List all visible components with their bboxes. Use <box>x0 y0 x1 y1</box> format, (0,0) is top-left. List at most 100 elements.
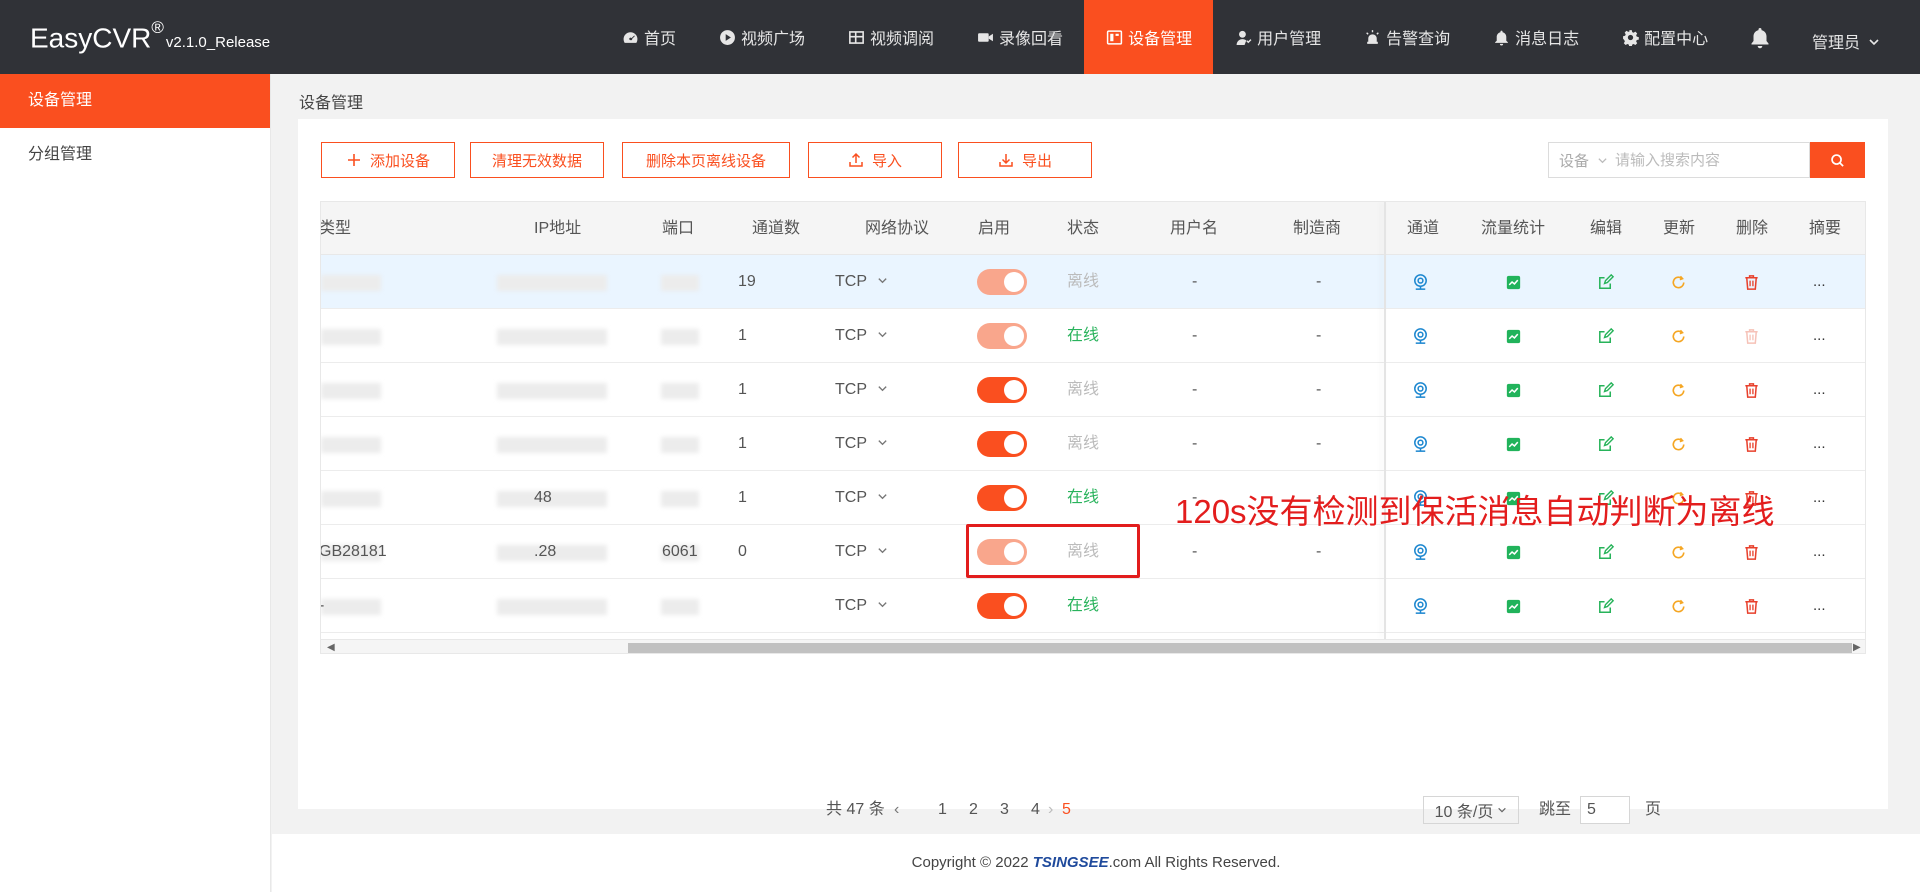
edit-icon[interactable] <box>1595 272 1615 292</box>
scroll-left-icon[interactable]: ◀ <box>327 642 335 653</box>
redacted-region <box>321 437 381 453</box>
nav-item-4[interactable]: 设备管理 <box>1084 0 1214 74</box>
nav-item-5[interactable]: 用户管理 <box>1213 0 1342 74</box>
status-badge: 离线 <box>1067 435 1100 452</box>
nav-item-6[interactable]: 告警查询 <box>1342 0 1471 74</box>
scrollbar-thumb[interactable] <box>628 643 1852 653</box>
traffic-stats-icon[interactable] <box>1503 272 1523 292</box>
nav-item-label: 用户管理 <box>1257 31 1322 48</box>
sidebar: 设备管理 分组管理 <box>0 74 271 892</box>
refresh-icon[interactable] <box>1668 272 1688 292</box>
traffic-stats-icon[interactable] <box>1503 434 1523 454</box>
protocol-select[interactable]: TCP <box>835 255 888 309</box>
delete-icon[interactable] <box>1741 542 1761 562</box>
add-device-button[interactable]: 添加设备 <box>321 142 455 178</box>
traffic-stats-icon[interactable] <box>1503 326 1523 346</box>
channel-icon[interactable] <box>1410 326 1430 346</box>
enable-toggle[interactable] <box>977 593 1027 619</box>
enable-toggle[interactable] <box>977 431 1027 457</box>
nav-item-0[interactable]: 首页 <box>600 0 697 74</box>
jump-page-input[interactable] <box>1580 796 1630 824</box>
import-button[interactable]: 导入 <box>808 142 942 178</box>
more-summary-link[interactable]: ... <box>1813 417 1826 471</box>
more-summary-link[interactable]: ... <box>1813 525 1826 579</box>
channel-icon[interactable] <box>1410 272 1430 292</box>
traffic-stats-icon[interactable] <box>1503 596 1523 616</box>
pagination-page-5[interactable]: 5 <box>1062 796 1071 824</box>
chevron-down-icon <box>1498 807 1507 813</box>
protocol-select[interactable]: TCP <box>835 417 888 471</box>
enable-toggle[interactable] <box>977 485 1027 511</box>
channel-icon[interactable] <box>1410 596 1430 616</box>
delete-offline-devices-button[interactable]: 删除本页离线设备 <box>622 142 790 178</box>
edit-icon[interactable] <box>1595 434 1615 454</box>
channel-icon[interactable] <box>1410 542 1430 562</box>
protocol-value: TCP <box>835 381 867 398</box>
refresh-icon[interactable] <box>1668 380 1688 400</box>
search-input[interactable] <box>1615 151 1795 169</box>
user-name: 管理员 <box>1812 35 1861 52</box>
refresh-icon[interactable] <box>1668 542 1688 562</box>
delete-icon[interactable] <box>1741 596 1761 616</box>
protocol-select[interactable]: TCP <box>835 363 888 417</box>
pagination-page-2[interactable]: 2 <box>969 796 978 824</box>
page-size-select[interactable]: 10 条/页 <box>1423 796 1519 824</box>
app-logo[interactable]: EasyCVR®v2.1.0_Release <box>30 18 270 54</box>
pagination-next-icon[interactable]: › <box>1048 796 1053 824</box>
delete-icon[interactable] <box>1741 434 1761 454</box>
notification-bell-icon[interactable] <box>1748 26 1772 50</box>
channel-icon[interactable] <box>1410 434 1430 454</box>
traffic-stats-icon[interactable] <box>1503 380 1523 400</box>
footer-brand[interactable]: TSINGSEE <box>1033 854 1109 871</box>
more-summary-link[interactable]: ... <box>1813 255 1826 309</box>
edit-icon[interactable] <box>1595 542 1615 562</box>
refresh-icon[interactable] <box>1668 434 1688 454</box>
enable-toggle[interactable] <box>977 269 1027 295</box>
pagination-page-1[interactable]: 1 <box>938 796 947 824</box>
redacted-region <box>661 275 699 291</box>
column-maker: 制造商 <box>1293 220 1342 237</box>
nav-item-8[interactable]: 配置中心 <box>1600 0 1729 74</box>
delete-icon[interactable] <box>1741 272 1761 292</box>
traffic-stats-icon[interactable] <box>1503 542 1523 562</box>
edit-icon[interactable] <box>1595 596 1615 616</box>
nav-item-7[interactable]: 消息日志 <box>1471 0 1600 74</box>
search-type-select[interactable]: 设备 <box>1549 150 1615 171</box>
nav-item-1[interactable]: 视频广场 <box>697 0 826 74</box>
more-summary-link[interactable]: ... <box>1813 579 1826 633</box>
nav-item-label: 视频广场 <box>741 31 806 48</box>
protocol-select[interactable]: TCP <box>835 309 888 363</box>
nav-item-3[interactable]: 录像回看 <box>955 0 1084 74</box>
refresh-icon[interactable] <box>1668 326 1688 346</box>
more-summary-link[interactable]: ... <box>1813 471 1826 525</box>
nav-item-label: 配置中心 <box>1644 31 1709 48</box>
protocol-select[interactable]: TCP <box>835 471 888 525</box>
protocol-value: TCP <box>835 327 867 344</box>
more-summary-link[interactable]: ... <box>1813 363 1826 417</box>
protocol-select[interactable]: TCP <box>835 579 888 633</box>
pagination-prev-icon[interactable]: ‹ <box>894 796 899 824</box>
user-menu[interactable]: 管理员 <box>1812 29 1880 53</box>
enable-toggle[interactable] <box>977 323 1027 349</box>
search-button[interactable] <box>1810 142 1865 178</box>
edit-icon[interactable] <box>1595 380 1615 400</box>
import-label: 导入 <box>871 152 902 170</box>
enable-toggle[interactable] <box>977 377 1027 403</box>
column-delete: 删除 <box>1736 220 1769 237</box>
horizontal-scrollbar[interactable]: ◀ ▶ <box>321 639 1865 653</box>
scroll-right-icon[interactable]: ▶ <box>1853 642 1861 653</box>
refresh-icon[interactable] <box>1668 596 1688 616</box>
more-summary-link[interactable]: ... <box>1813 309 1826 363</box>
sidebar-item-group-management[interactable]: 分组管理 <box>0 128 270 182</box>
clean-invalid-data-button[interactable]: 清理无效数据 <box>470 142 604 178</box>
sidebar-item-device-management[interactable]: 设备管理 <box>0 74 270 128</box>
protocol-select[interactable]: TCP <box>835 525 888 579</box>
pagination-page-4[interactable]: 4 <box>1031 796 1040 824</box>
delete-icon[interactable] <box>1741 380 1761 400</box>
pagination-page-3[interactable]: 3 <box>1000 796 1009 824</box>
export-button[interactable]: 导出 <box>958 142 1092 178</box>
nav-item-2[interactable]: 视频调阅 <box>826 0 955 74</box>
edit-icon[interactable] <box>1595 326 1615 346</box>
channel-icon[interactable] <box>1410 380 1430 400</box>
video-camera-icon <box>976 28 994 46</box>
